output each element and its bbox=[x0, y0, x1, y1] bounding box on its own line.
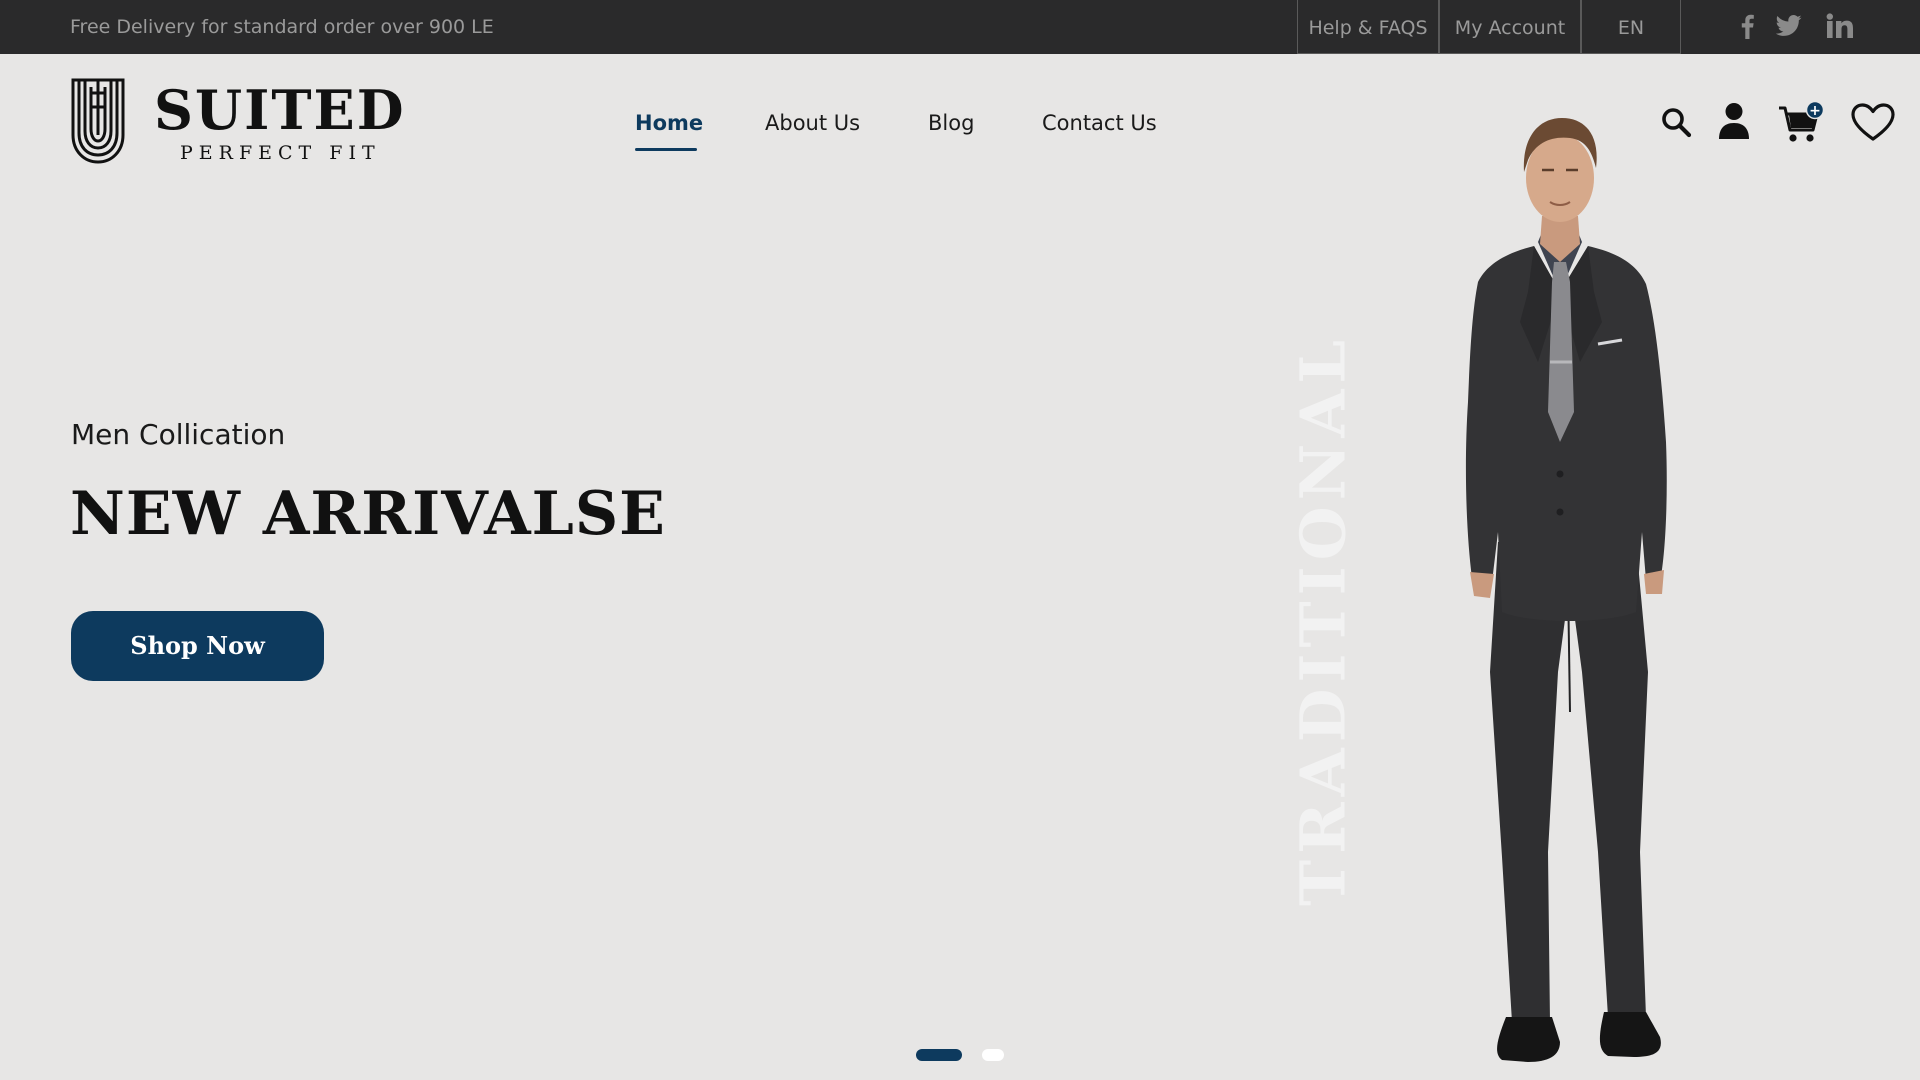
help-faqs-link[interactable]: Help & FAQS bbox=[1297, 0, 1439, 54]
language-selector[interactable]: EN bbox=[1581, 0, 1681, 54]
nav-contact-us[interactable]: Contact Us bbox=[1042, 108, 1157, 138]
heart-icon[interactable] bbox=[1850, 102, 1896, 142]
carousel-dot-1[interactable] bbox=[916, 1049, 962, 1061]
brand-tagline: PERFECT FIT bbox=[180, 142, 381, 164]
shop-now-button[interactable]: Shop Now bbox=[71, 611, 324, 681]
cart-icon[interactable]: + bbox=[1778, 100, 1824, 146]
hero-title: NEW ARRIVALSE bbox=[70, 479, 666, 549]
my-account-link[interactable]: My Account bbox=[1439, 0, 1581, 54]
brand-name[interactable]: SUITED bbox=[154, 78, 406, 142]
carousel-dot-2[interactable] bbox=[982, 1049, 1004, 1061]
top-bar: Free Delivery for standard order over 90… bbox=[0, 0, 1920, 54]
nav-about-us[interactable]: About Us bbox=[765, 108, 860, 138]
hero-model-image bbox=[1465, 118, 1667, 1062]
linkedin-icon[interactable] bbox=[1826, 13, 1854, 39]
twitter-icon[interactable] bbox=[1776, 13, 1802, 39]
facebook-icon[interactable] bbox=[1738, 13, 1756, 39]
delivery-promo: Free Delivery for standard order over 90… bbox=[70, 16, 494, 38]
nav-home[interactable]: Home bbox=[635, 108, 703, 138]
suited-logo-icon[interactable] bbox=[70, 77, 126, 165]
cart-badge: + bbox=[1809, 103, 1821, 119]
nav-blog[interactable]: Blog bbox=[928, 108, 974, 138]
user-icon[interactable] bbox=[1717, 102, 1751, 140]
hero-eyebrow: Men Collication bbox=[71, 418, 286, 451]
nav-active-indicator bbox=[635, 148, 697, 151]
vertical-decorative-word: TRADITIONAL bbox=[1286, 333, 1360, 907]
